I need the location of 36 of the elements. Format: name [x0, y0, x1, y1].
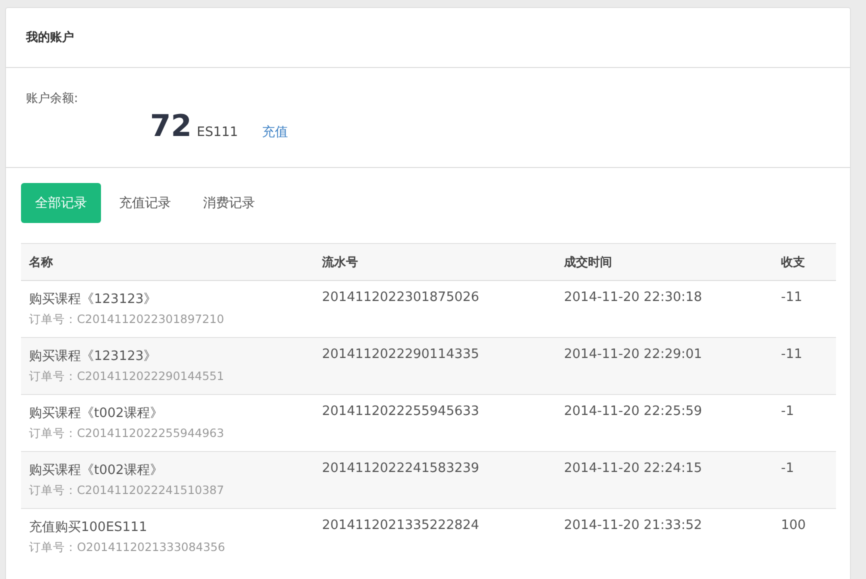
balance-amount: 72: [150, 109, 192, 144]
filter-tab[interactable]: 消费记录: [189, 183, 269, 223]
panel-title: 我的账户: [26, 29, 74, 46]
amount-change: -11: [781, 347, 802, 362]
filter-tab[interactable]: 充值记录: [105, 183, 185, 223]
amount-change: -11: [781, 290, 802, 305]
transaction-time: 2014-11-20 22:29:01: [564, 347, 702, 362]
serial-number: 2014112022301875026: [322, 290, 480, 305]
record-name: 购买课程《123123》: [29, 291, 158, 308]
order-number: 订单号：C2014112022290144551: [29, 369, 226, 384]
order-number: 订单号：C2014112022255944963: [29, 426, 226, 441]
serial-number: 2014112022255945633: [322, 404, 480, 419]
column-header: 收支: [773, 244, 836, 280]
order-number: 订单号：C2014112022241510387: [29, 483, 226, 498]
transaction-time: 2014-11-20 21:33:52: [564, 518, 702, 533]
order-number: 订单号：O2014112021333084356: [29, 540, 226, 555]
serial-number: 2014112022290114335: [322, 347, 480, 362]
record-name: 购买课程《123123》: [29, 348, 158, 365]
record-name: 充值购买100ES111: [29, 519, 148, 536]
balance-label: 账户余额:: [26, 90, 80, 107]
balance-unit: ES111: [196, 125, 238, 140]
column-header: 流水号: [314, 244, 556, 280]
order-number: 订单号：C2014112022301897210: [29, 312, 226, 327]
record-name: 购买课程《t002课程》: [29, 462, 164, 479]
record-name: 购买课程《t002课程》: [29, 405, 164, 422]
amount-change: 100: [781, 518, 806, 533]
transaction-time: 2014-11-20 22:30:18: [564, 290, 702, 305]
serial-number: 2014112021335222824: [322, 518, 480, 533]
recharge-link[interactable]: 充值: [262, 123, 288, 141]
column-header: 名称: [21, 244, 314, 280]
amount-change: -1: [781, 461, 794, 476]
column-header: 成交时间: [556, 244, 773, 280]
transaction-time: 2014-11-20 22:24:15: [564, 461, 702, 476]
amount-change: -1: [781, 404, 794, 419]
transaction-time: 2014-11-20 22:25:59: [564, 404, 702, 419]
serial-number: 2014112022241583239: [322, 461, 480, 476]
